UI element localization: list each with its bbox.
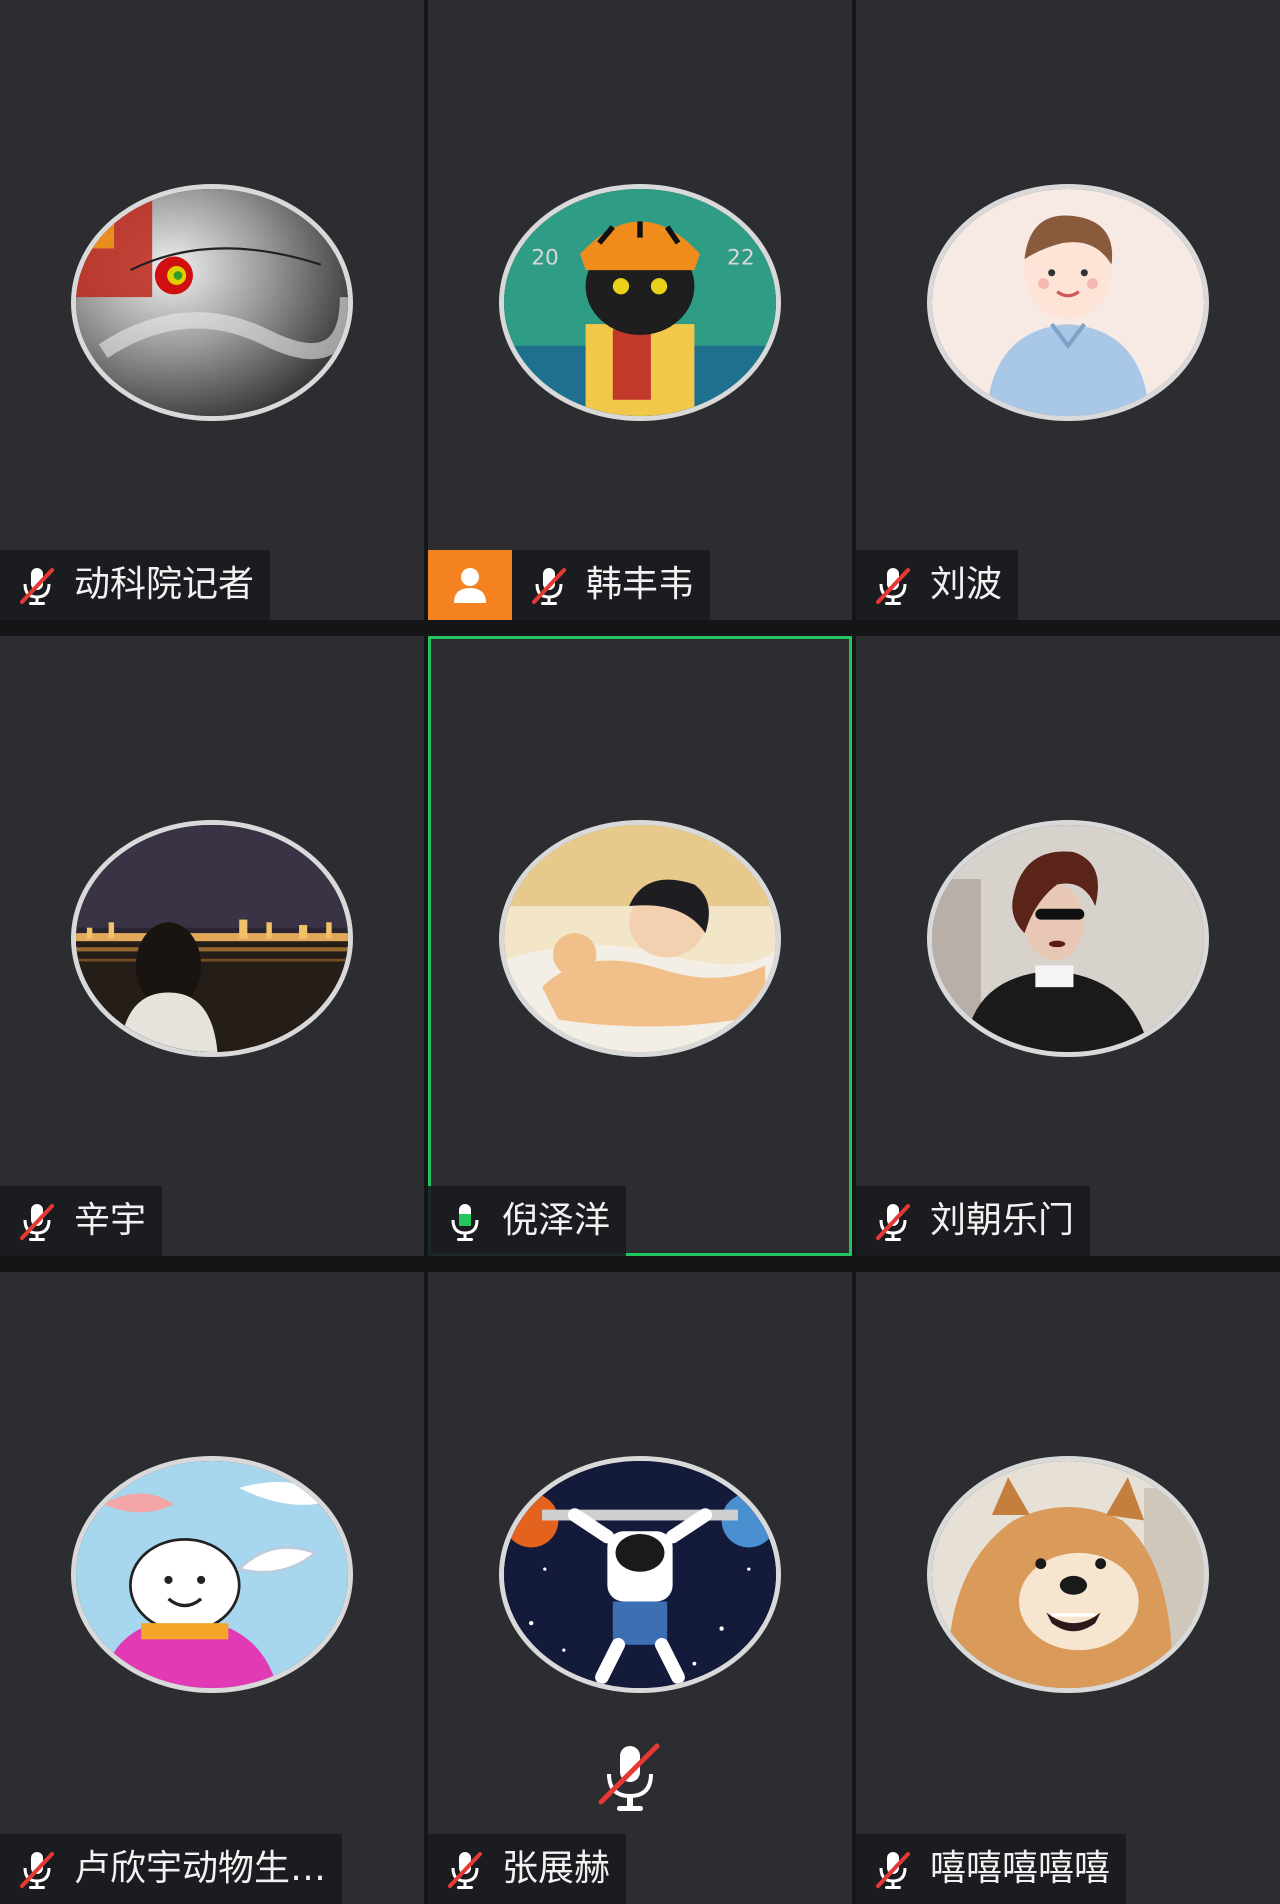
nameplate: 韩丰韦 bbox=[428, 550, 711, 620]
participant-name: 刘朝乐门 bbox=[930, 1200, 1075, 1241]
nameplate: 刘朝乐门 bbox=[856, 1186, 1091, 1256]
nameplate: 动科院记者 bbox=[0, 550, 271, 620]
participant-tile[interactable]: 刘朝乐门 bbox=[856, 636, 1280, 1256]
nameplate: 嘻嘻嘻嘻嘻 bbox=[856, 1834, 1127, 1904]
participant-tile[interactable]: 辛宇 bbox=[0, 636, 424, 1256]
participant-tile-active[interactable]: 倪泽洋 bbox=[428, 636, 852, 1256]
mic-muted-icon bbox=[876, 1852, 910, 1889]
mic-muted-icon bbox=[876, 1204, 910, 1241]
video-grid: 动科院记者 20 22 韩丰韦 刘波 辛宇 倪泽洋 刘朝乐门 卢欣宇动物生… 张… bbox=[0, 0, 1280, 1904]
participant-name: 倪泽洋 bbox=[502, 1200, 611, 1241]
participant-name: 张展赫 bbox=[502, 1848, 611, 1889]
participant-name: 辛宇 bbox=[74, 1200, 147, 1241]
mic-muted-icon bbox=[20, 1204, 54, 1241]
avatar bbox=[927, 184, 1209, 421]
nameplate: 刘波 bbox=[856, 550, 1019, 620]
participant-tile[interactable]: 卢欣宇动物生… bbox=[0, 1272, 424, 1904]
svg-text:22: 22 bbox=[727, 246, 755, 271]
host-badge bbox=[428, 550, 512, 620]
mic-muted-icon bbox=[20, 568, 54, 605]
participant-name: 韩丰韦 bbox=[586, 564, 695, 605]
avatar bbox=[71, 820, 353, 1057]
participant-name: 动科院记者 bbox=[74, 564, 255, 605]
avatar bbox=[499, 820, 781, 1057]
mic-muted-icon bbox=[876, 568, 910, 605]
avatar bbox=[927, 820, 1209, 1057]
avatar bbox=[71, 1456, 353, 1693]
nameplate: 辛宇 bbox=[0, 1186, 163, 1256]
mic-speaking-icon bbox=[451, 1204, 479, 1241]
mic-muted-icon bbox=[20, 1852, 54, 1889]
participant-tile[interactable]: 刘波 bbox=[856, 0, 1280, 620]
svg-text:20: 20 bbox=[531, 246, 559, 271]
mic-muted-icon bbox=[532, 568, 566, 605]
participant-tile[interactable]: 20 22 韩丰韦 bbox=[428, 0, 852, 620]
avatar: 20 22 bbox=[499, 184, 781, 421]
participant-name: 刘波 bbox=[930, 564, 1003, 605]
nameplate: 张展赫 bbox=[428, 1834, 627, 1904]
participant-tile[interactable]: 动科院记者 bbox=[0, 0, 424, 620]
participant-name: 卢欣宇动物生… bbox=[74, 1848, 327, 1889]
participant-name: 嘻嘻嘻嘻嘻 bbox=[930, 1848, 1111, 1889]
participant-tile[interactable]: 张展赫 bbox=[428, 1272, 852, 1904]
avatar bbox=[499, 1456, 781, 1693]
nameplate: 倪泽洋 bbox=[428, 1186, 627, 1256]
mic-muted-icon[interactable] bbox=[595, 1740, 665, 1816]
person-icon bbox=[454, 568, 486, 603]
mic-muted-icon bbox=[448, 1852, 482, 1889]
participant-tile[interactable]: 嘻嘻嘻嘻嘻 bbox=[856, 1272, 1280, 1904]
avatar bbox=[71, 184, 353, 421]
nameplate: 卢欣宇动物生… bbox=[0, 1834, 343, 1904]
avatar bbox=[927, 1456, 1209, 1693]
